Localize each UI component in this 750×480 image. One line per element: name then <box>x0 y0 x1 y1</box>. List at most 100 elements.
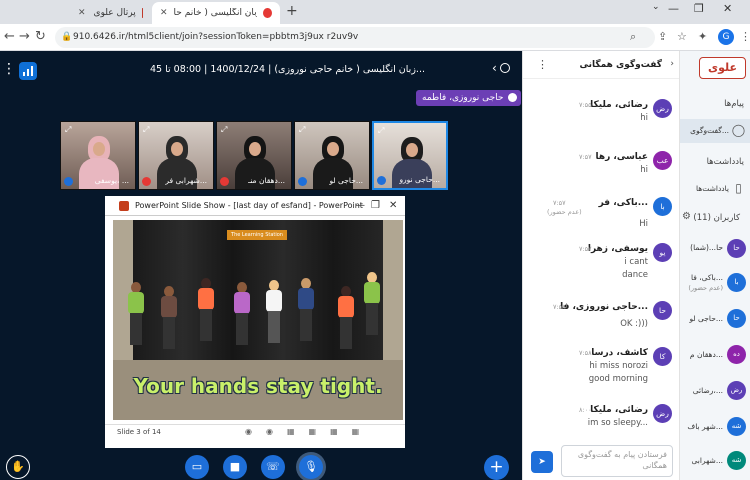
powerpoint-icon <box>119 201 129 211</box>
webcam-label: شهرابی فر... <box>165 176 207 185</box>
maximize-button[interactable]: ❐ <box>694 2 704 15</box>
user-name[interactable]: حا...(شما) <box>690 243 723 252</box>
new-tab-button[interactable]: + <box>286 3 298 19</box>
phone-button[interactable]: ☏ <box>261 455 285 479</box>
message-text: good morning <box>588 374 648 384</box>
chat-title: گفت‌وگوی همگانی <box>579 60 662 70</box>
message-text: im so sleepy... <box>587 418 648 428</box>
user-name[interactable]: شهر باف... <box>687 422 723 431</box>
profile-avatar[interactable]: G <box>718 29 734 45</box>
minimize-button[interactable]: — <box>668 2 679 15</box>
talking-indicator[interactable]: حاجی نوروزی، فاطمه <box>416 90 522 106</box>
chevron-right-icon[interactable]: › <box>670 59 674 69</box>
browser-menu-icon[interactable]: ⋮ <box>740 30 750 43</box>
user-name[interactable]: رضائی،... <box>693 386 723 395</box>
absent-note: (عدم حضور) <box>547 208 582 216</box>
share-icon[interactable]: ⇪ <box>658 30 667 43</box>
tab-label: پرتال علوی <box>93 8 136 18</box>
connection-status-icon[interactable] <box>19 62 37 80</box>
user-avatar[interactable]: ده <box>727 345 746 364</box>
tab-portal[interactable]: ✕ پرتال علوی <box>70 2 150 24</box>
tab-meeting[interactable]: ✕ علوی - زبان انگلیسی ( خانم حا... <box>152 2 280 24</box>
settings-gear-icon[interactable]: ⚙ <box>682 211 691 222</box>
sender-name: رضائی، ملیکا <box>590 405 648 415</box>
bookmark-star-icon[interactable]: ☆ <box>677 30 687 43</box>
webcam-label: یوسفی، ... <box>94 176 129 185</box>
chat-options-icon[interactable]: ⋮ <box>537 58 548 71</box>
fullscreen-icon[interactable]: ⤢ <box>299 125 305 135</box>
document-icon: ▯ <box>735 181 742 195</box>
user-name[interactable]: باکی، فا... <box>691 273 723 282</box>
user-avatar: کا <box>653 347 672 366</box>
show-banner: The Learning Station <box>227 230 287 240</box>
microphone-button[interactable]: 🎙 <box>299 455 323 479</box>
options-menu-icon[interactable]: ⋮ <box>2 61 16 77</box>
forward-arrow-icon[interactable]: → <box>19 29 30 44</box>
user-status: (عدم حضور) <box>688 284 723 292</box>
close-tab-icon[interactable]: ✕ <box>78 8 86 18</box>
reload-icon[interactable]: ↻ <box>35 29 46 44</box>
browser-tab-strip: ✕ پرتال علوی ✕ علوی - زبان انگلیسی ( خان… <box>0 0 750 24</box>
actions-plus-button[interactable]: + <box>484 455 509 480</box>
zoom-icon[interactable]: ⌕ <box>630 30 636 44</box>
webcam-tile[interactable]: ⤢ یوسفی، ... <box>60 121 136 190</box>
close-tab-icon[interactable]: ✕ <box>160 8 168 18</box>
chat-message: یو یوسفی، زهرا ۷:۵۷ i cant dance <box>523 243 680 291</box>
slide-number: Slide 3 of 14 <box>117 428 161 436</box>
tab-search-icon[interactable]: ⌄ <box>652 2 660 12</box>
notes-section-heading: یادداشت‌ها <box>706 157 744 167</box>
message-time: ۷:۵۵ <box>579 101 592 109</box>
webcam-tile[interactable]: ⤢ شهرابی فر... <box>138 121 214 190</box>
address-bar: ← → ↻ 🔒 910.6426.ir/html5client/join?ses… <box>0 24 750 51</box>
extensions-icon[interactable]: ✦ <box>698 30 707 43</box>
fullscreen-icon[interactable]: ⤢ <box>221 125 227 135</box>
user-list-toggle-icon[interactable] <box>500 63 510 73</box>
webcam-label: حاجی نورو... <box>399 175 440 184</box>
message-text: hi miss norozi <box>589 361 648 371</box>
chat-message: کا کاشف، درسا ۷:۵۸ hi miss norozi good m… <box>523 347 680 397</box>
slide-video-frame: The Learning Station Your hands stay tig… <box>113 220 403 420</box>
raise-hand-button[interactable]: ✋ <box>6 455 30 479</box>
chevron-left-icon[interactable]: ‹ <box>492 61 497 75</box>
chat-message: با باکی، فر... ۷:۵۷ (عدم حضور) Hi <box>523 197 680 237</box>
sidebar-item-public-chat[interactable]: ◯ گفت‌وگوی... <box>680 119 750 143</box>
brand-logo: علوی <box>699 57 746 79</box>
user-avatar[interactable]: رض <box>727 381 746 400</box>
fullscreen-icon[interactable]: ⤢ <box>143 125 149 135</box>
camera-button[interactable]: ■ <box>223 455 247 479</box>
chat-message-input[interactable]: فرستادن پیام به گفت‌وگوی همگانی <box>561 445 673 477</box>
user-name[interactable]: شهرابی... <box>692 456 723 465</box>
fullscreen-icon[interactable]: ⤢ <box>65 125 71 135</box>
chat-message-list[interactable]: رض رضائی، ملیکا ۷:۵۵ hi عب عباسی، رها ۷:… <box>523 79 680 444</box>
user-name[interactable]: حاجی لو... <box>689 314 723 323</box>
recording-icon <box>263 8 272 18</box>
user-avatar: با <box>653 197 672 216</box>
sender-name: عباسی، رها <box>595 152 648 162</box>
sidebar-item-shared-notes[interactable]: ▯ یادداشت‌ها <box>680 177 750 201</box>
message-time: ۷:۵۷ <box>553 199 566 207</box>
sidebar-item-label: یادداشت‌ها <box>695 184 729 193</box>
webcam-tile[interactable]: ⤢ حاجی لو... <box>294 121 370 190</box>
user-avatar[interactable]: شه <box>727 451 746 470</box>
users-section-heading: کاربران (11) <box>693 213 740 223</box>
user-list-panel: علوی پیام‌ها ◯ گفت‌وگوی... یادداشت‌ها ▯ … <box>679 51 750 480</box>
close-window-button[interactable]: ✕ <box>723 2 732 15</box>
send-button[interactable]: ➤ <box>531 451 553 473</box>
screen-share-presentation: PowerPoint Slide Show - [last day of esf… <box>105 196 405 448</box>
message-text: hi <box>640 165 648 175</box>
microphone-icon <box>508 93 518 102</box>
webcam-tile[interactable]: ⤢ حاجی نورو... <box>372 121 448 190</box>
chat-message: عب عباسی، رها ۷:۵۷ hi <box>523 151 680 191</box>
url-input[interactable]: 🔒 910.6426.ir/html5client/join?sessionTo… <box>55 27 655 48</box>
fullscreen-icon[interactable]: ⤢ <box>378 126 384 136</box>
share-screen-button[interactable]: ▭ <box>185 455 209 479</box>
user-avatar[interactable]: شه <box>727 417 746 436</box>
user-avatar[interactable]: حا <box>727 309 746 328</box>
user-avatar[interactable]: حا <box>727 239 746 258</box>
meeting-main-area: ⋮ زبان انگلیسی ( خانم حاجی نوروزی) | 140… <box>0 51 522 480</box>
user-avatar[interactable]: با <box>727 273 746 292</box>
back-arrow-icon[interactable]: ← <box>4 29 15 44</box>
user-name[interactable]: دهقان م... <box>690 350 723 359</box>
user-avatar: رض <box>653 99 672 118</box>
webcam-tile[interactable]: ⤢ دهقان منـ... <box>216 121 292 190</box>
